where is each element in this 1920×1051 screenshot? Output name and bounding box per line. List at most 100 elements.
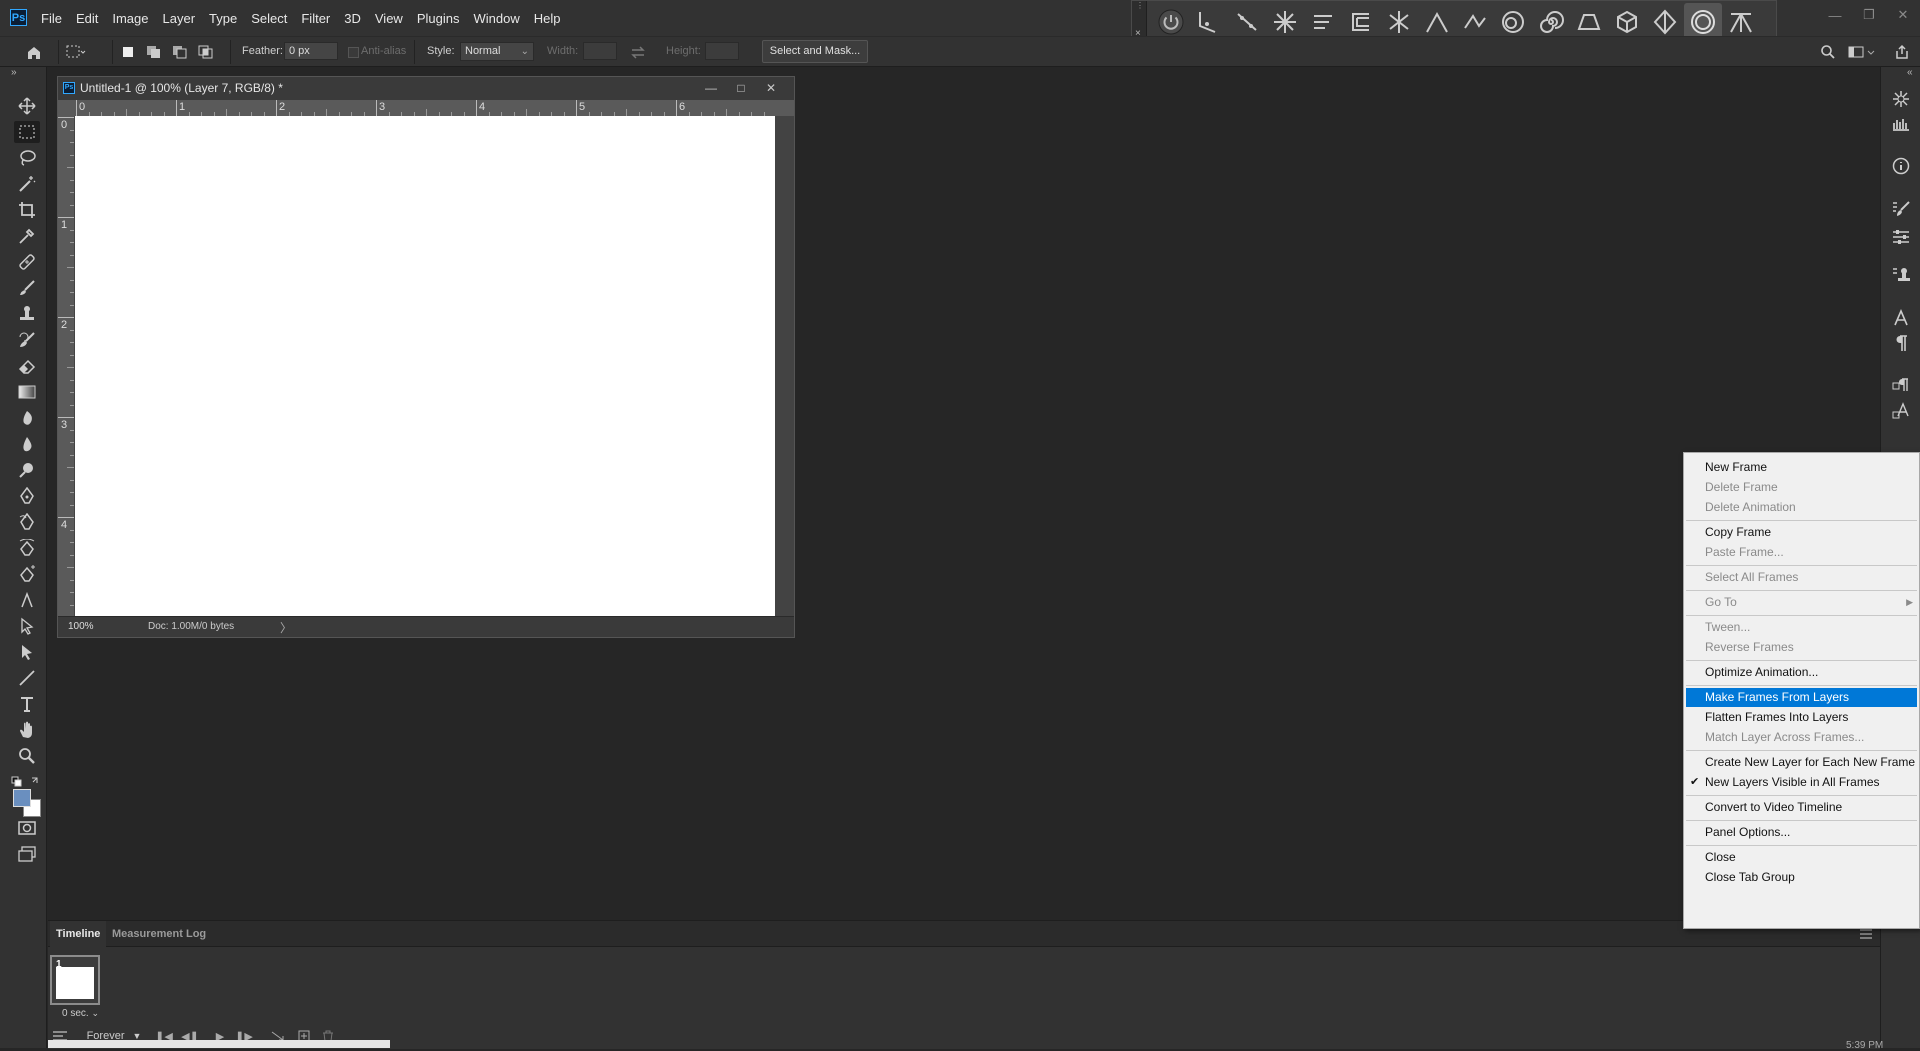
zoom-tool-icon[interactable] [14,745,40,767]
menu-item-create-new-layer-for-each-new-frame[interactable]: Create New Layer for Each New Frame [1686,753,1917,772]
marquee-preset-icon[interactable] [66,43,86,61]
share-icon[interactable] [1892,43,1912,61]
parallel-lines-icon[interactable] [1304,3,1342,41]
menu-plugins[interactable]: Plugins [410,11,467,26]
eraser-tool-icon[interactable] [14,355,40,377]
doc-restore-icon[interactable]: □ [726,78,756,98]
antialias-checkbox[interactable] [348,47,359,58]
eyedropper-tool-icon[interactable] [14,225,40,247]
crossed-grid-icon[interactable] [1380,3,1418,41]
menu-item-convert-to-video-timeline[interactable]: Convert to Video Timeline [1686,798,1917,817]
direct-selection-tool-icon[interactable] [14,641,40,663]
chevron-right-icon[interactable]: 〉 [280,619,292,636]
workspace-icon[interactable] [1846,43,1878,61]
dodge-tool-icon[interactable] [14,459,40,481]
hand-tool-icon[interactable] [14,719,40,741]
brush-tool-icon[interactable] [14,277,40,299]
menu-type[interactable]: Type [202,11,244,26]
menu-layer[interactable]: Layer [156,11,203,26]
add-selection-icon[interactable] [144,43,164,61]
healing-brush-tool-icon[interactable] [14,251,40,273]
character-panel-icon[interactable] [1890,307,1912,329]
zoom-level[interactable]: 100% [68,621,94,632]
menu-item-flatten-frames-into-layers[interactable]: Flatten Frames Into Layers [1686,708,1917,727]
animation-frame[interactable]: 1 [50,955,100,1005]
menu-view[interactable]: View [368,11,410,26]
trapezoid-icon[interactable] [1570,3,1608,41]
document-info[interactable]: Doc: 1.00M/0 bytes [148,621,234,632]
ruler-origin[interactable] [58,100,74,116]
vertical-ruler[interactable]: 0 1 2 3 4 [58,116,74,616]
move-tool-icon[interactable] [14,95,40,117]
rect-path-icon[interactable] [1342,3,1380,41]
drop-tool-icon[interactable] [14,433,40,455]
style-select[interactable]: Normal ⌄ [460,42,534,61]
image-canvas[interactable] [75,116,775,616]
quick-mask-icon[interactable] [14,817,40,839]
magic-wand-tool-icon[interactable] [14,173,40,195]
menu-item-close-tab-group[interactable]: Close Tab Group [1686,868,1917,887]
tab-timeline[interactable]: Timeline [50,921,107,947]
rectangular-marquee-tool-icon[interactable] [14,121,40,143]
document-titlebar[interactable]: Ps Untitled-1 @ 100% (Layer 7, RGB/8) * … [58,77,794,100]
paragraph-styles-panel-icon[interactable] [1890,375,1912,397]
cube-icon[interactable] [1608,3,1646,41]
curvature-pen-tool-icon[interactable] [14,537,40,559]
ellipse-icon[interactable] [1494,3,1532,41]
collapse-toolbar-icon[interactable]: » [11,67,17,78]
circle-ring-icon[interactable] [1684,2,1722,41]
panel-menu-icon[interactable] [1860,929,1872,939]
menu-window[interactable]: Window [466,11,526,26]
menu-filter[interactable]: Filter [294,11,337,26]
diamond-icon[interactable] [1646,3,1684,41]
menu-item-panel-options[interactable]: Panel Options... [1686,823,1917,842]
menu-item-make-frames-from-layers[interactable]: Make Frames From Layers [1686,688,1917,707]
add-anchor-point-tool-icon[interactable] [14,563,40,585]
diagonal-line-icon[interactable] [1228,3,1266,41]
collapse-panels-icon[interactable]: « [1907,67,1913,78]
info-panel-icon[interactable] [1890,155,1912,177]
menu-3d[interactable]: 3D [337,11,368,26]
character-styles-panel-icon[interactable] [1890,400,1912,422]
minimize-icon[interactable]: — [1818,0,1852,30]
menu-image[interactable]: Image [105,11,155,26]
clone-stamp-tool-icon[interactable] [14,303,40,325]
subtract-selection-icon[interactable] [170,43,190,61]
line-tool-icon[interactable] [14,667,40,689]
line-node-icon[interactable] [1190,3,1228,41]
lasso-tool-icon[interactable] [14,147,40,169]
frame-delay[interactable]: 0 sec. ⌄ [62,1008,99,1019]
perspective-a-icon[interactable] [1418,3,1456,41]
horizontal-ruler[interactable]: 0 1 2 3 4 5 6 [74,100,794,116]
close-icon[interactable]: ✕ [1886,0,1920,30]
menu-item-copy-frame[interactable]: Copy Frame [1686,523,1917,542]
paragraph-panel-icon[interactable] [1890,332,1912,354]
tab-measurement-log[interactable]: Measurement Log [106,921,212,947]
new-selection-icon[interactable] [118,43,138,61]
power-icon[interactable] [1152,3,1190,41]
gradient-tool-icon[interactable] [14,381,40,403]
anchor-point-tool-icon[interactable] [14,589,40,611]
screen-mode-icon[interactable] [14,843,40,865]
brushes-panel-icon[interactable] [1890,198,1912,220]
menu-file[interactable]: File [34,11,69,26]
menu-edit[interactable]: Edit [69,11,105,26]
color-panel-icon[interactable] [1890,88,1912,110]
restore-icon[interactable]: ❐ [1852,0,1886,30]
freeform-pen-tool-icon[interactable] [14,511,40,533]
path-selection-tool-icon[interactable] [14,615,40,637]
feather-input[interactable]: 0 px [284,42,338,60]
select-and-mask-button[interactable]: Select and Mask... [762,40,868,63]
type-tool-icon[interactable] [14,693,40,715]
history-brush-tool-icon[interactable] [14,329,40,351]
histogram-panel-icon[interactable] [1890,113,1912,135]
menu-item-new-layers-visible-in-all-frames[interactable]: ✔ New Layers Visible in All Frames [1686,773,1917,792]
foreground-color-swatch[interactable] [13,789,41,817]
pen-tool-icon[interactable] [14,485,40,507]
menu-item-new-frame[interactable]: New Frame [1686,458,1917,477]
crop-tool-icon[interactable] [14,199,40,221]
spiral-icon[interactable] [1532,3,1570,41]
clone-source-panel-icon[interactable] [1890,264,1912,286]
blur-tool-icon[interactable] [14,407,40,429]
menu-item-close[interactable]: Close [1686,848,1917,867]
